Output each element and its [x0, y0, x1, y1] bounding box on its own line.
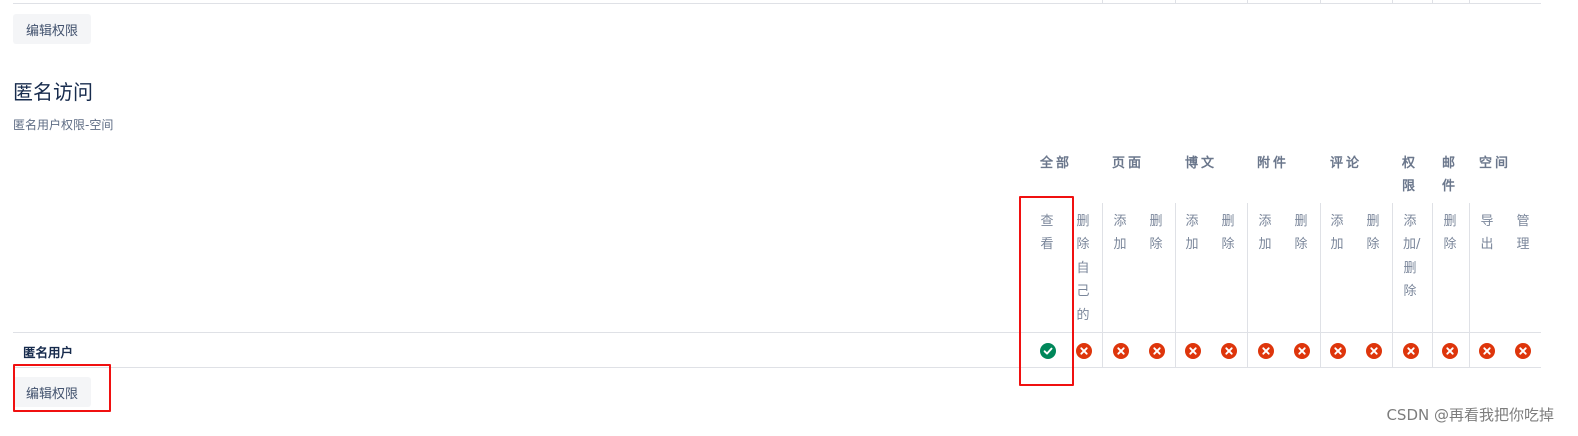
table-header-border: [13, 332, 1541, 333]
cross-circle-icon: [1149, 343, 1165, 359]
column-divider: [1392, 203, 1393, 368]
column-header-mail-delete: 删除: [1443, 214, 1457, 253]
table-divider: [1469, 0, 1470, 4]
column-header-space-export: 导出: [1480, 214, 1494, 253]
cross-circle-icon: [1366, 343, 1382, 359]
cross-circle-icon: [1403, 343, 1419, 359]
group-header-mail: 邮件: [1442, 156, 1456, 194]
column-header-attachment-delete: 删除: [1294, 214, 1308, 253]
cross-circle-icon: [1442, 343, 1458, 359]
group-header-blogs: 博文: [1185, 156, 1218, 171]
group-header-all: 全部: [1040, 156, 1073, 171]
column-header-blog-delete: 删除: [1221, 214, 1235, 253]
cross-circle-icon: [1258, 343, 1274, 359]
cross-circle-icon: [1185, 343, 1201, 359]
column-header-blog-add: 添加: [1185, 214, 1199, 253]
edit-permissions-button[interactable]: 编辑权限: [13, 14, 91, 44]
section-subtitle: 匿名用户权限-空间: [13, 118, 114, 132]
table-divider: [1392, 0, 1393, 4]
cross-circle-icon: [1479, 343, 1495, 359]
cross-circle-icon: [1515, 343, 1531, 359]
column-divider: [1469, 203, 1470, 368]
column-header-attachment-add: 添加: [1258, 214, 1272, 253]
column-header-comment-add: 添加: [1330, 214, 1344, 253]
table-divider: [1247, 0, 1248, 4]
column-header-delete-own: 删除自己的: [1076, 214, 1090, 323]
column-header-permission-add-delete: 添加/删除: [1403, 214, 1421, 300]
group-header-space: 空间: [1479, 156, 1512, 171]
highlight-box-view-column: [1019, 196, 1074, 386]
column-divider: [1320, 203, 1321, 368]
table-divider: [1320, 0, 1321, 4]
table-divider: [1432, 0, 1433, 4]
table-divider: [1102, 0, 1103, 4]
column-divider: [1102, 203, 1103, 368]
section-title: 匿名访问: [13, 80, 93, 104]
group-header-permissions: 权限: [1402, 156, 1416, 194]
table-divider: [1175, 0, 1176, 4]
cross-circle-icon: [1076, 343, 1092, 359]
cross-circle-icon: [1113, 343, 1129, 359]
highlight-box-edit-button: [13, 364, 111, 412]
column-header-page-add: 添加: [1113, 214, 1127, 253]
group-header-comments: 评论: [1330, 156, 1363, 171]
column-header-space-admin: 管理: [1516, 214, 1530, 253]
group-header-pages: 页面: [1112, 156, 1145, 171]
column-header-page-delete: 删除: [1149, 214, 1163, 253]
cross-circle-icon: [1294, 343, 1310, 359]
watermark: CSDN @再看我把你吃掉: [1386, 406, 1554, 424]
table-bottom-border: [13, 3, 1541, 4]
cross-circle-icon: [1330, 343, 1346, 359]
column-divider: [1247, 203, 1248, 368]
column-divider: [1432, 203, 1433, 368]
table-row-border: [13, 367, 1541, 368]
row-label-anonymous-users: 匿名用户: [23, 345, 74, 360]
column-divider: [1175, 203, 1176, 368]
column-header-comment-delete: 删除: [1366, 214, 1380, 253]
cross-circle-icon: [1221, 343, 1237, 359]
group-header-attachments: 附件: [1257, 156, 1290, 171]
